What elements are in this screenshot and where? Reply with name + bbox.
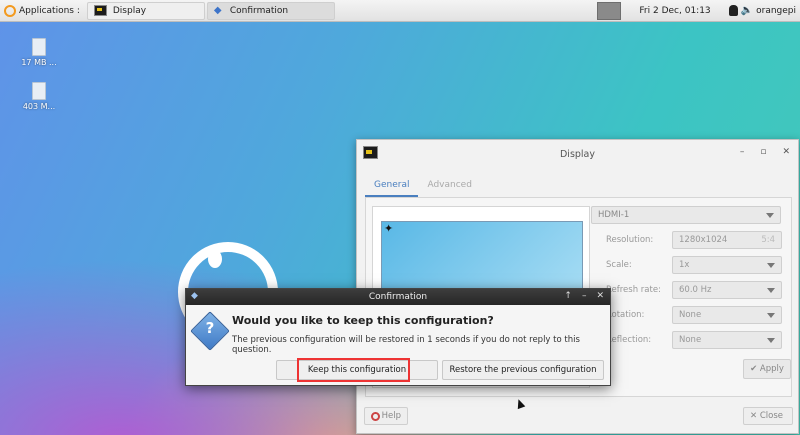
applications-logo-icon [4,4,16,17]
taskbar-item-confirmation[interactable]: ◆ Confirmation [206,1,335,20]
taskbar-item-label: Display [112,5,147,16]
taskbar-item-label: Confirmation [229,5,289,16]
dialog-heading: Would you like to keep this configuratio… [232,314,494,327]
restore-configuration-button[interactable]: Restore the previous configuration [442,360,604,380]
tab-advanced[interactable]: Advanced [418,176,480,197]
help-label: Help [381,411,401,421]
aspect-ratio: 5:4 [761,235,775,245]
refresh-rate-label: Refresh rate: [606,285,661,295]
output-value: HDMI-1 [598,210,630,220]
workspace-pager[interactable] [597,1,622,20]
dialog-titlebar[interactable]: ◆ Confirmation ↑ – ✕ [186,289,610,305]
chevron-down-icon [767,263,775,268]
user-menu[interactable]: orangepi [756,6,796,16]
clock[interactable]: Fri 2 Dec, 01:13 [639,6,710,16]
keep-button-highlight [297,358,410,382]
scale-label: Scale: [606,260,632,270]
display-window-icon [363,146,378,159]
scale-value: 1x [679,260,690,270]
scale-select[interactable]: 1x [672,256,782,274]
display-window-footer: Help ✕ Close [357,399,798,433]
dialog-minimize-button[interactable]: – [582,291,587,301]
display-settings-window: Display – ▫ ✕ General Advanced ✦ HDMI-1 … [356,139,799,434]
taskbar-item-display[interactable]: Display [86,1,205,20]
dialog-message: The previous configuration will be resto… [232,335,580,355]
drive-icon [32,82,46,100]
display-window-titlebar[interactable]: Display – ▫ ✕ [357,140,798,168]
question-mark-icon: ? [205,319,215,337]
resolution-select[interactable]: 1280x1024 5:4 [672,231,782,249]
output-select[interactable]: HDMI-1 [591,206,781,224]
chevron-down-icon [766,213,774,218]
apply-button[interactable]: ✔ Apply [743,359,791,379]
tux-icon[interactable] [728,5,738,16]
maximize-button[interactable]: ▫ [760,147,766,157]
resolution-value: 1280x1024 [679,235,728,245]
display-tabs: General Advanced [365,176,481,197]
chevron-down-icon [767,313,775,318]
reflection-select[interactable]: None [672,331,782,349]
chevron-down-icon [767,338,775,343]
help-button[interactable]: Help [364,407,408,425]
volume-icon[interactable]: 🔈 [741,5,753,16]
chevron-down-icon [767,288,775,293]
display-window-title: Display [559,148,596,160]
applications-label: Applications : [19,5,80,16]
close-window-button[interactable]: ✕ Close [743,407,793,425]
refresh-rate-value: 60.0 Hz [679,285,712,295]
reflection-label: Reflection: [606,335,652,345]
desktop-icon-volume-1[interactable]: 17 MB ... [14,38,64,67]
dialog-title: Confirmation [368,292,428,302]
applications-menu-button[interactable]: Applications : [0,0,84,21]
desktop-icon-volume-2[interactable]: 403 M... [14,82,64,111]
drive-icon [32,38,46,56]
desktop-icon-label: 17 MB ... [21,58,57,67]
reflection-value: None [679,335,702,345]
top-panel: Applications : Display ◆ Confirmation Fr… [0,0,800,22]
dialog-app-icon: ◆ [191,291,198,301]
system-tray: 🔈 orangepi [728,5,796,16]
tab-general[interactable]: General [365,176,419,197]
confirmation-window-icon: ◆ [213,4,222,16]
rotation-select[interactable]: None [672,306,782,324]
close-button[interactable]: ✕ [782,147,790,157]
dialog-up-button[interactable]: ↑ [564,291,572,301]
rotation-value: None [679,310,702,320]
desktop-icon-label: 403 M... [22,102,56,111]
minimize-button[interactable]: – [740,147,745,157]
rotation-label: Rotation: [606,310,645,320]
resolution-label: Resolution: [606,235,654,245]
dialog-close-button[interactable]: ✕ [596,291,604,301]
primary-display-star-icon: ✦ [384,222,394,235]
display-window-icon [93,5,107,16]
help-icon [371,411,380,421]
wallpaper-logo-dot [208,250,222,268]
refresh-rate-select[interactable]: 60.0 Hz [672,281,782,299]
